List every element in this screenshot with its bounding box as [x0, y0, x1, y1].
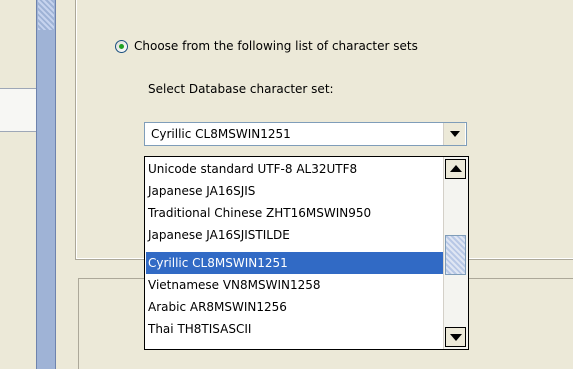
list-item-selected[interactable]: Cyrillic CL8MSWIN1251 — [146, 252, 443, 274]
list-item-5[interactable]: Vietnamese VN8MSWIN1258 — [146, 274, 443, 296]
scroll-up-icon[interactable] — [445, 159, 466, 179]
left-scrollbar-thumb[interactable] — [38, 0, 54, 30]
combobox-value: Cyrillic CL8MSWIN1251 — [151, 127, 291, 141]
list-item-3[interactable]: Japanese JA16SJISTILDE — [146, 224, 443, 246]
left-scrollbar[interactable] — [36, 0, 56, 369]
left-panel-row — [0, 88, 36, 132]
list-item-1[interactable]: Japanese JA16SJIS — [146, 180, 443, 202]
chevron-down-icon[interactable] — [443, 123, 465, 145]
list-item-0[interactable]: Unicode standard UTF-8 AL32UTF8 — [146, 158, 443, 180]
left-panel — [0, 0, 36, 369]
charset-list-radio[interactable] — [115, 40, 128, 53]
charset-list-radio-label[interactable]: Choose from the following list of charac… — [134, 39, 418, 53]
database-charset-label: Select Database character set: — [148, 82, 334, 96]
list-item-7[interactable]: Thai TH8TISASCII — [146, 318, 443, 340]
scroll-down-icon[interactable] — [445, 327, 466, 347]
list-item-2[interactable]: Traditional Chinese ZHT16MSWIN950 — [146, 202, 443, 224]
list-item-6[interactable]: Arabic AR8MSWIN1256 — [146, 296, 443, 318]
dropdown-scrollbar-thumb[interactable] — [445, 235, 466, 275]
